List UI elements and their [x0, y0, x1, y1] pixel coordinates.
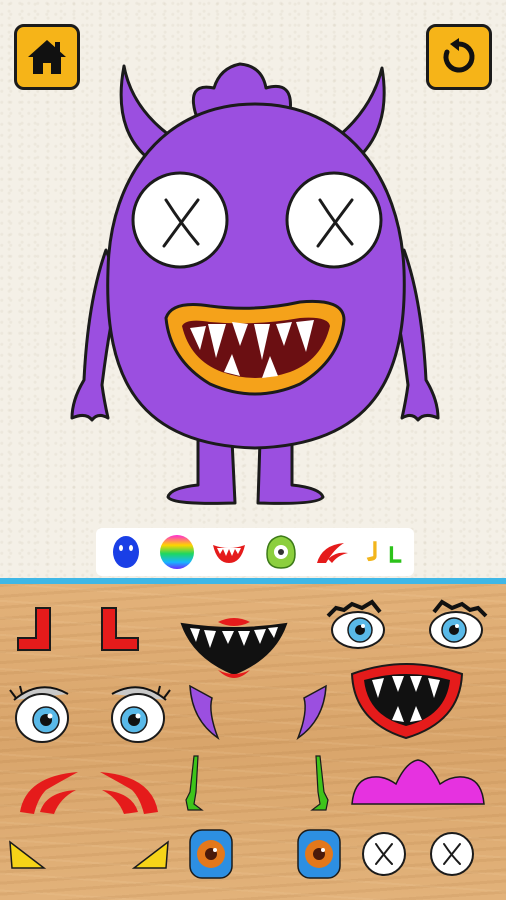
mouth-icon — [213, 545, 246, 563]
eye-icon — [266, 535, 296, 569]
category-legs-arms[interactable] — [365, 533, 403, 571]
category-bar — [96, 528, 414, 576]
play-canvas — [0, 0, 506, 584]
green-arm-left[interactable] — [180, 752, 208, 814]
parts-tray — [0, 584, 506, 900]
red-mouth-open[interactable] — [348, 658, 466, 742]
red-boot-left[interactable] — [14, 606, 60, 654]
red-boot-right[interactable] — [98, 606, 144, 654]
color-wheel-icon — [160, 535, 195, 569]
blue-square-eye-left[interactable] — [188, 828, 234, 880]
x-eye-right[interactable] — [428, 830, 476, 878]
monster-character[interactable] — [60, 60, 450, 515]
yellow-horn-left[interactable] — [6, 838, 48, 878]
blue-eye-right-lashes[interactable] — [104, 680, 174, 746]
eyebrow-icon — [317, 543, 349, 563]
blue-head-icon — [112, 536, 139, 568]
purple-horn-right[interactable] — [294, 682, 334, 742]
purple-horn-left[interactable] — [182, 682, 222, 742]
limbs-icon — [366, 541, 402, 563]
category-body-color[interactable] — [158, 533, 196, 571]
category-eyebrows[interactable] — [313, 533, 351, 571]
green-arm-right[interactable] — [306, 752, 334, 814]
blue-square-eye-right[interactable] — [296, 828, 342, 880]
pink-crown[interactable] — [348, 758, 488, 808]
x-eye-left[interactable] — [360, 830, 408, 878]
red-eyebrow-right[interactable] — [96, 768, 162, 818]
black-mouth-red-lips[interactable] — [178, 614, 290, 686]
category-body-shape[interactable] — [107, 533, 145, 571]
blue-eye-left-lashes[interactable] — [6, 680, 76, 746]
blue-eyes-lashes[interactable] — [322, 598, 492, 654]
category-eyes[interactable] — [262, 533, 300, 571]
yellow-horn-right[interactable] — [130, 838, 172, 878]
category-mouths[interactable] — [210, 533, 248, 571]
red-eyebrow-left[interactable] — [16, 768, 82, 818]
